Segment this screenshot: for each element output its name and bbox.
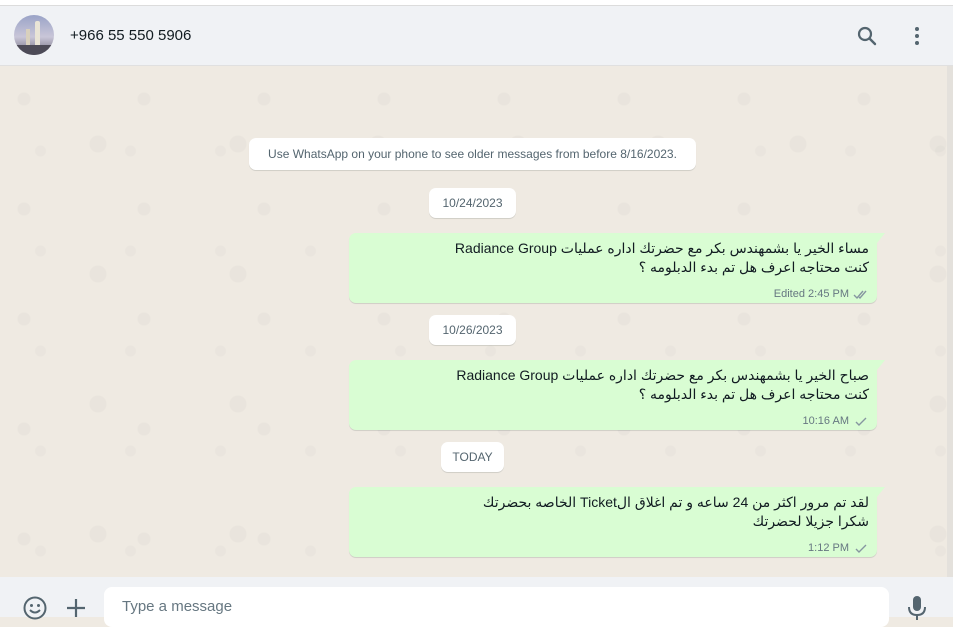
search-icon [857,26,877,46]
message-line: كنت محتاجه اعرف هل تم بدء الدبلومه ؟ [638,386,869,402]
chat-scrollbar[interactable] [947,66,953,577]
message-text: لقد تم مرور اكثر من 24 ساعه و تم اغلاق ا… [483,493,869,531]
message-text: مساء الخير يا بشمهندس بكر مع حضرتك اداره… [455,239,869,277]
contact-avatar[interactable] [14,15,54,55]
date-divider: TODAY [441,442,504,472]
date-divider: 10/26/2023 [429,315,516,345]
message-time: 10:16 AM [802,415,849,427]
microphone-icon [908,596,926,620]
message-meta: 1:12 PM [808,542,869,554]
outgoing-message[interactable]: صباح الخير يا بشمهندس بكر مع حضرتك اداره… [349,360,885,430]
avatar-image-detail [14,45,54,55]
composer-bar [0,577,953,627]
attach-button[interactable] [64,596,90,622]
older-messages-notice: Use WhatsApp on your phone to see older … [249,138,696,170]
message-time: 1:12 PM [808,542,849,554]
more-vertical-icon [915,27,919,45]
message-line: شكرا جزيلا لحضرتك [752,513,869,529]
emoji-icon [23,596,47,620]
date-divider: 10/24/2023 [429,188,516,218]
double-tick-icon [853,290,867,299]
search-button[interactable] [853,22,881,50]
voice-message-button[interactable] [906,595,932,621]
message-meta: Edited 2:45 PM [774,288,869,300]
message-time: Edited 2:45 PM [773,288,849,300]
message-line: كنت محتاجه اعرف هل تم بدء الدبلومه ؟ [638,259,869,275]
message-line: لقد تم مرور اكثر من 24 ساعه و تم اغلاق ا… [482,494,869,510]
message-text: صباح الخير يا بشمهندس بكر مع حضرتك اداره… [456,366,869,404]
message-meta: 10:16 AM [803,415,869,427]
message-line: صباح الخير يا بشمهندس بكر مع حضرتك اداره… [456,367,869,383]
message-input-box[interactable] [104,587,889,627]
chat-header[interactable]: +966 55 550 5906 [0,6,953,66]
outgoing-message[interactable]: مساء الخير يا بشمهندس بكر مع حضرتك اداره… [349,233,885,303]
plus-icon [67,599,85,617]
contact-name[interactable]: +966 55 550 5906 [70,27,191,44]
emoji-button[interactable] [22,595,48,621]
single-tick-icon [855,544,867,553]
outgoing-message[interactable]: لقد تم مرور اكثر من 24 ساعه و تم اغلاق ا… [349,487,885,557]
message-input[interactable] [120,597,864,616]
single-tick-icon [855,417,867,426]
menu-button[interactable] [903,22,931,50]
message-line: مساء الخير يا بشمهندس بكر مع حضرتك اداره… [454,240,869,256]
